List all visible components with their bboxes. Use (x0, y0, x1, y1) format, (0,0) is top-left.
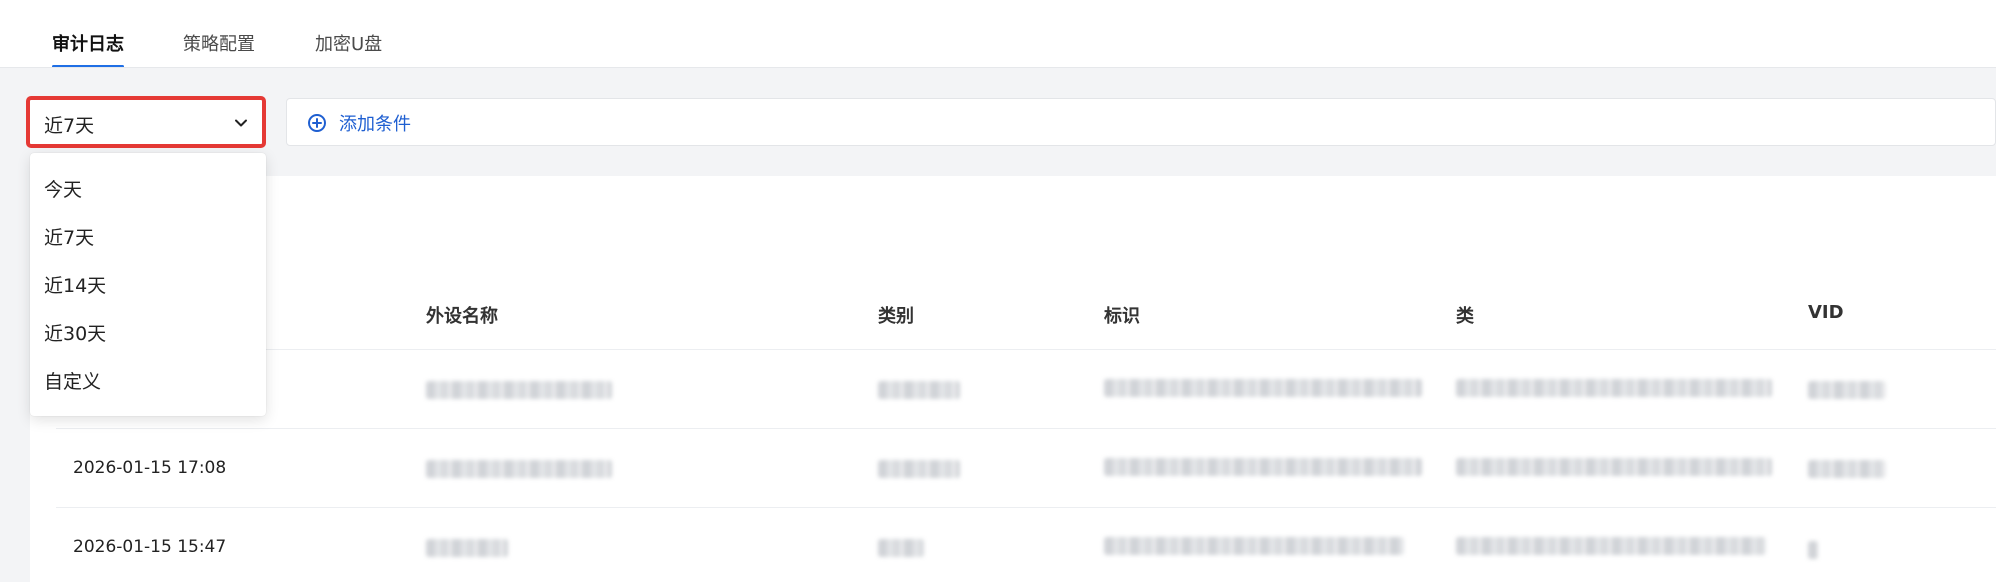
date-range-select[interactable]: 近7天 (26, 96, 266, 148)
column-header-device-name[interactable]: 外设名称 (426, 302, 498, 328)
redacted-category (878, 460, 960, 478)
row-divider (56, 507, 1996, 508)
option-custom[interactable]: 自定义 (44, 367, 101, 394)
column-header-vid[interactable]: VID (1808, 302, 1844, 323)
option-last-14-days[interactable]: 近14天 (44, 271, 106, 298)
redacted-vid (1808, 541, 1818, 559)
date-range-dropdown: 今天 近7天 近14天 近30天 自定义 (30, 153, 266, 416)
redacted-device-name (426, 460, 612, 478)
redacted-device-name (426, 381, 612, 399)
date-range-value: 近7天 (44, 115, 95, 137)
redacted-vid (1808, 381, 1886, 399)
row-time: 2026-01-15 17:08 (73, 458, 227, 478)
column-header-identifier[interactable]: 标识 (1104, 302, 1140, 328)
row-time: 2026-01-15 15:47 (73, 537, 227, 557)
tabs-divider (30, 67, 410, 68)
tab-encrypted-usb[interactable]: 加密U盘 (315, 30, 382, 68)
option-last-30-days[interactable]: 近30天 (44, 319, 106, 346)
redacted-class (1456, 379, 1772, 397)
audit-log-table: 外设名称 类别 标识 类 VID 2026-01-15 17:08 2026-0… (30, 176, 1996, 582)
redacted-class (1456, 537, 1766, 555)
column-header-class[interactable]: 类 (1456, 302, 1474, 328)
plus-circle-icon (308, 114, 326, 132)
redacted-vid (1808, 460, 1886, 478)
redacted-category (878, 381, 960, 399)
redacted-identifier (1104, 379, 1422, 397)
redacted-device-name (426, 539, 508, 557)
add-condition-button[interactable]: 添加条件 (307, 111, 411, 135)
option-today[interactable]: 今天 (44, 175, 82, 202)
chevron-down-icon (235, 119, 247, 127)
redacted-identifier (1104, 458, 1422, 476)
option-last-7-days[interactable]: 近7天 (44, 223, 94, 250)
redacted-identifier (1104, 537, 1404, 555)
condition-bar: 添加条件 (286, 98, 1996, 146)
redacted-class (1456, 458, 1772, 476)
redacted-category (878, 539, 924, 557)
add-condition-label: 添加条件 (339, 114, 411, 135)
column-header-category[interactable]: 类别 (878, 302, 914, 328)
tab-audit-log[interactable]: 审计日志 (52, 30, 124, 68)
tab-policy-config[interactable]: 策略配置 (183, 30, 255, 68)
header-divider (56, 349, 1996, 350)
tab-bar: 审计日志 策略配置 加密U盘 (0, 0, 1996, 68)
row-divider (56, 428, 1996, 429)
